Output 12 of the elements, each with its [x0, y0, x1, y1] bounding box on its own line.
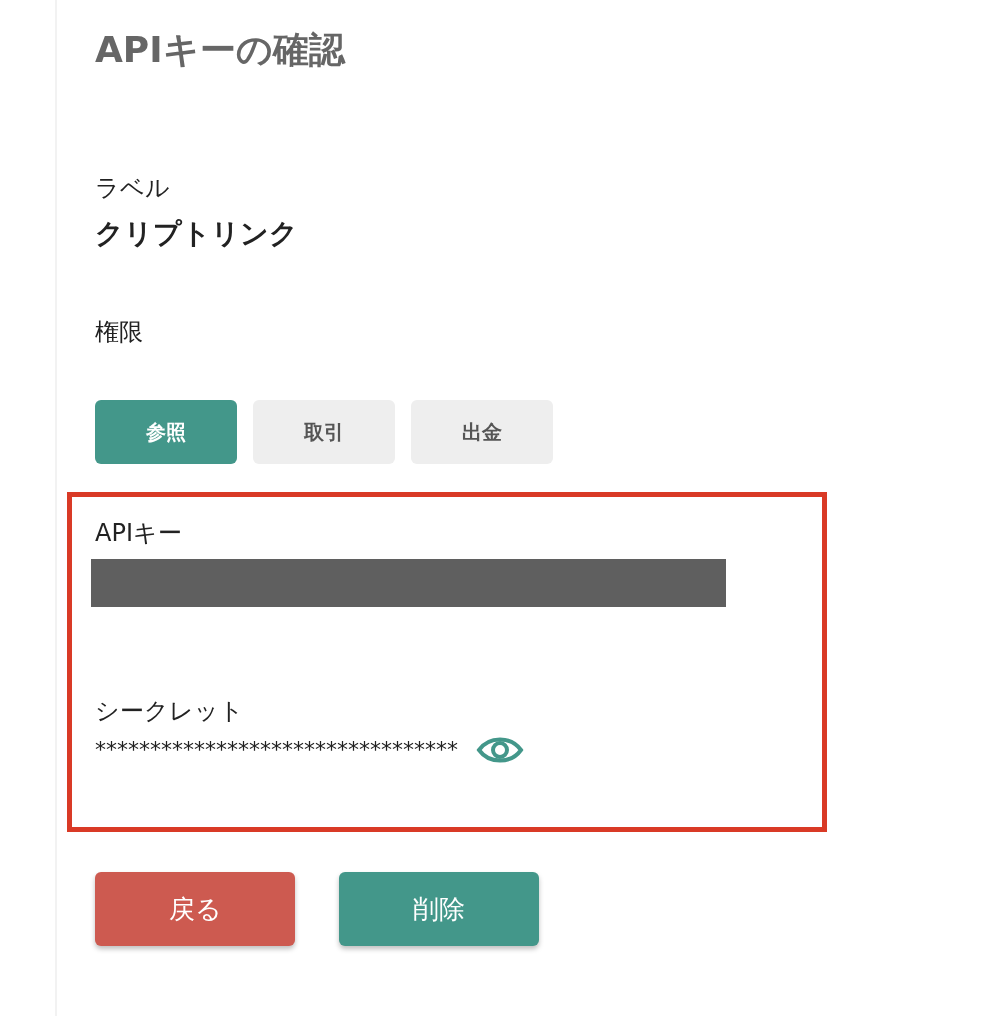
- page-title: APIキーの確認: [95, 28, 347, 72]
- secret-value: *********************************: [95, 736, 458, 764]
- label-caption: ラベル: [95, 173, 171, 204]
- permissions-caption: 権限: [95, 317, 144, 348]
- delete-button[interactable]: 削除: [339, 872, 539, 946]
- api-key-caption: APIキー: [95, 518, 183, 549]
- back-button[interactable]: 戻る: [95, 872, 295, 946]
- permission-tag[interactable]: 取引: [253, 400, 395, 464]
- secret-caption: シークレット: [95, 696, 245, 727]
- permission-tag[interactable]: 出金: [411, 400, 553, 464]
- label-value: クリプトリンク: [95, 216, 299, 252]
- permission-tag[interactable]: 参照: [95, 400, 237, 464]
